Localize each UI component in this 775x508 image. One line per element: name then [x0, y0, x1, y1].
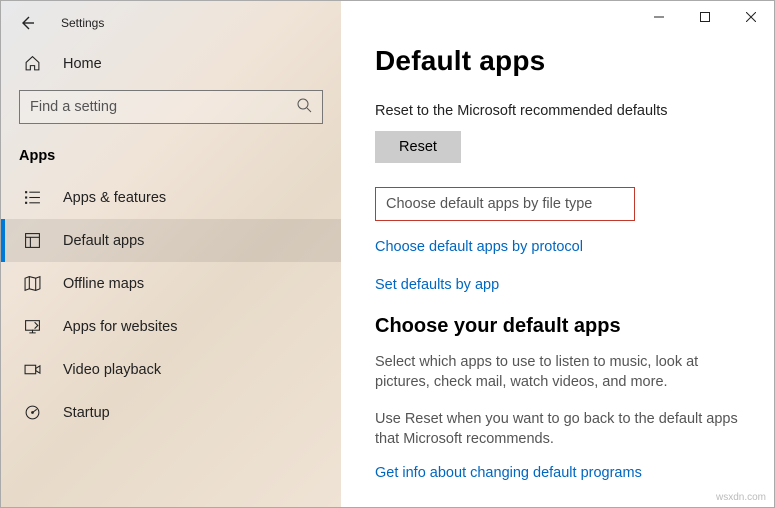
sidebar-item-home[interactable]: Home [1, 45, 341, 82]
nav-label: Video playback [63, 362, 161, 378]
sidebar-item-startup[interactable]: Startup [1, 391, 341, 434]
reset-button[interactable]: Reset [375, 131, 461, 163]
list-icon [23, 189, 41, 206]
nav-list: Apps & features Default apps Offline map… [1, 176, 341, 434]
link-filetype[interactable]: Choose default apps by file type [375, 187, 635, 221]
main-panel: Default apps Reset to the Microsoft reco… [341, 1, 774, 507]
websites-icon [23, 318, 41, 335]
home-label: Home [63, 56, 102, 72]
link-byapp[interactable]: Set defaults by app [375, 277, 744, 293]
maximize-button[interactable] [682, 1, 728, 33]
startup-icon [23, 404, 41, 421]
nav-label: Default apps [63, 233, 144, 249]
sidebar-item-offline-maps[interactable]: Offline maps [1, 262, 341, 305]
sidebar-section-title: Apps [1, 138, 341, 176]
search-icon [296, 97, 312, 118]
map-icon [23, 275, 41, 292]
reset-heading: Reset to the Microsoft recommended defau… [375, 103, 744, 119]
choose-para-1: Select which apps to use to listen to mu… [375, 352, 744, 393]
search-input[interactable] [30, 99, 296, 115]
default-apps-icon [23, 232, 41, 249]
close-button[interactable] [728, 1, 774, 33]
nav-label: Apps & features [63, 190, 166, 206]
sidebar-item-default-apps[interactable]: Default apps [1, 219, 341, 262]
choose-heading: Choose your default apps [375, 315, 744, 338]
app-title: Settings [61, 16, 104, 30]
close-icon [746, 12, 756, 22]
video-icon [23, 361, 41, 378]
maximize-icon [700, 12, 710, 22]
nav-label: Apps for websites [63, 319, 177, 335]
page-title: Default apps [375, 45, 744, 77]
link-protocol[interactable]: Choose default apps by protocol [375, 239, 744, 255]
arrow-left-icon [19, 15, 35, 31]
back-button[interactable] [15, 11, 39, 35]
nav-label: Startup [63, 405, 110, 421]
sidebar: Settings Home Apps Apps & features [1, 1, 341, 507]
titlebar-left: Settings [1, 1, 341, 45]
nav-label: Offline maps [63, 276, 144, 292]
window-controls [339, 1, 774, 33]
minimize-icon [654, 12, 664, 22]
home-icon [23, 55, 41, 72]
search-container [1, 82, 341, 138]
watermark: wsxdn.com [716, 492, 766, 503]
sidebar-item-video-playback[interactable]: Video playback [1, 348, 341, 391]
search-box[interactable] [19, 90, 323, 124]
choose-para-2: Use Reset when you want to go back to th… [375, 409, 744, 450]
sidebar-item-apps-features[interactable]: Apps & features [1, 176, 341, 219]
sidebar-item-apps-websites[interactable]: Apps for websites [1, 305, 341, 348]
minimize-button[interactable] [636, 1, 682, 33]
link-info[interactable]: Get info about changing default programs [375, 465, 744, 481]
